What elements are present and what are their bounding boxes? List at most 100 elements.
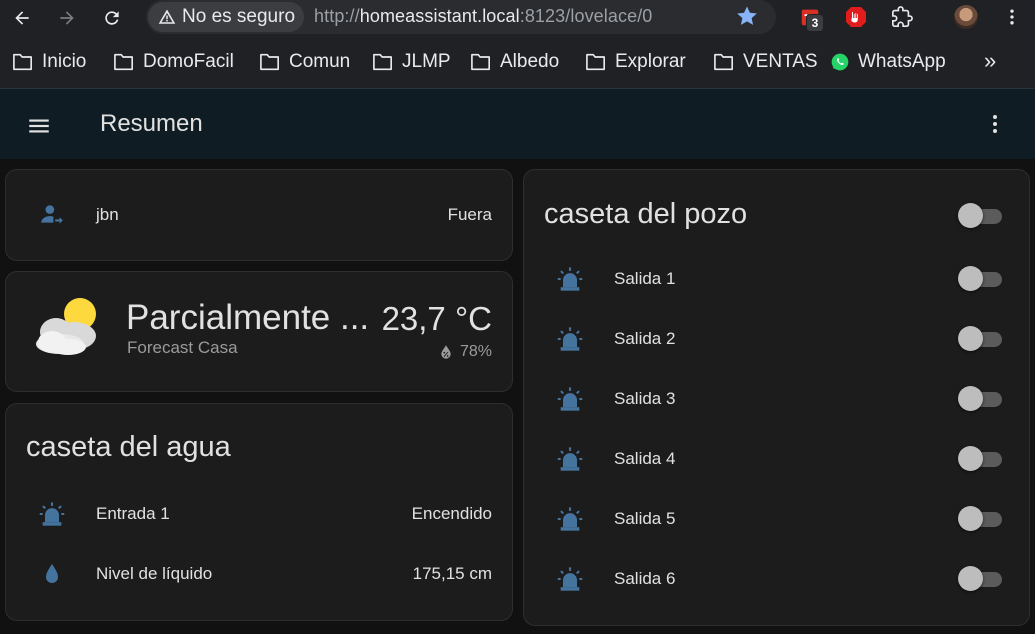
more-vertical-icon (993, 115, 997, 133)
switch-name: Salida 5 (614, 509, 676, 528)
person-card: jbn Fuera (5, 169, 513, 261)
bookmark-label: Inicio (42, 51, 87, 72)
alarm-light-icon (554, 563, 586, 595)
switch-name: Salida 2 (614, 329, 676, 348)
weather-source: Forecast Casa (127, 338, 238, 357)
switch-name: Salida 3 (614, 389, 676, 408)
profile-avatar[interactable] (954, 5, 978, 29)
bookmark-item[interactable]: WhatsApp (830, 50, 946, 74)
bookmark-label: Comun (289, 51, 351, 72)
bookmark-label: VENTAS (743, 51, 818, 72)
whatsapp-icon (831, 53, 849, 71)
bookmark-label: WhatsApp (858, 51, 946, 72)
extension-adblock-button[interactable] (842, 3, 870, 31)
switch-name: Salida 1 (614, 269, 676, 288)
dashboard-menu-button[interactable] (980, 109, 1010, 139)
alarm-light-icon (554, 323, 586, 355)
reload-icon (105, 11, 119, 25)
alarm-light-icon (36, 498, 68, 530)
star-icon (737, 6, 757, 25)
switch-row[interactable]: Salida 4 (524, 439, 1029, 479)
browser-menu-button[interactable] (998, 3, 1026, 31)
puzzle-icon (892, 6, 913, 27)
card-title: caseta del agua (26, 431, 231, 463)
bookmark-item[interactable]: Inicio (12, 50, 86, 74)
reload-button[interactable] (98, 4, 126, 32)
folder-icon (471, 53, 490, 71)
humidity-value: 78% (459, 343, 492, 360)
bookmark-item[interactable]: VENTAS (713, 50, 818, 74)
bookmark-label: Explorar (615, 51, 686, 72)
bookmark-item[interactable]: DomoFacil (113, 50, 234, 74)
person-row[interactable]: jbn Fuera (6, 195, 512, 235)
switch-row[interactable]: Salida 3 (524, 379, 1029, 419)
weather-condition: Parcialmente ... (126, 298, 370, 337)
arrow-right-icon (60, 11, 74, 25)
caseta-pozo-card: caseta del pozo Salida 1 Salida 2 Salida 3… (523, 169, 1030, 626)
water-drop-icon (36, 558, 68, 590)
switch-row[interactable]: Salida 2 (524, 319, 1029, 359)
person-state: Fuera (447, 205, 492, 224)
folder-icon (13, 53, 32, 71)
more-vertical-icon (1010, 9, 1014, 25)
security-chip[interactable]: No es seguro (148, 2, 304, 32)
switch-toggle[interactable] (958, 326, 1004, 352)
switch-name: Salida 4 (614, 449, 676, 468)
weather-temperature: 23,7 °C (381, 300, 492, 337)
switch-toggle[interactable] (958, 266, 1004, 292)
url-text[interactable]: http://homeassistant.local:8123/lovelace… (314, 6, 652, 27)
switch-toggle[interactable] (958, 506, 1004, 532)
weather-humidity: 78% (438, 343, 492, 361)
bookmark-star-button[interactable] (735, 4, 759, 33)
switch-toggle[interactable] (958, 566, 1004, 592)
weather-card[interactable]: Parcialmente ... Forecast Casa 23,7 °C 7… (5, 271, 513, 392)
master-toggle[interactable] (958, 203, 1004, 229)
switch-name: Salida 6 (614, 569, 676, 588)
folder-icon (373, 53, 392, 71)
sidebar-toggle-button[interactable] (24, 111, 54, 141)
bookmark-label: JLMP (402, 51, 451, 72)
alarm-light-icon (554, 443, 586, 475)
switch-row[interactable]: Salida 1 (524, 259, 1029, 299)
card-title: caseta del pozo (544, 198, 748, 230)
folder-icon (714, 53, 734, 71)
alarm-light-icon (554, 383, 586, 415)
entity-row[interactable]: Nivel de líquido 175,15 cm (6, 554, 512, 594)
bookmark-item[interactable]: Explorar (585, 50, 686, 74)
alarm-light-icon (554, 503, 586, 535)
entity-state: 175,15 cm (412, 564, 492, 583)
entity-state: Encendido (411, 504, 492, 523)
security-label: No es seguro (182, 6, 296, 27)
bookmarks-bar: Inicio DomoFacil Comun JLMP Albedo Explorar VE… (0, 36, 1035, 88)
forward-button[interactable] (53, 4, 81, 32)
bookmark-item[interactable]: Comun (259, 50, 350, 74)
address-bar[interactable]: No es seguro http://homeassistant.local:… (146, 0, 776, 34)
app-header: Resumen (0, 88, 1035, 159)
entity-row[interactable]: Entrada 1 Encendido (6, 494, 512, 534)
caseta-agua-card: caseta del agua Entrada 1 Encendido Nive… (5, 403, 513, 621)
extensions-button[interactable] (888, 3, 916, 31)
person-name: jbn (96, 205, 119, 224)
bookmark-item[interactable]: JLMP (372, 50, 451, 74)
switch-toggle[interactable] (958, 446, 1004, 472)
switch-row[interactable]: Salida 6 (524, 559, 1029, 599)
switch-row[interactable]: Salida 5 (524, 499, 1029, 539)
hamburger-menu-icon (29, 119, 49, 133)
entity-name: Nivel de líquido (96, 564, 213, 583)
arrow-left-icon (15, 11, 29, 25)
page-title: Resumen (100, 110, 203, 137)
account-arrow-right-icon (36, 199, 68, 231)
bookmarks-overflow-button[interactable]: » (984, 48, 996, 74)
folder-icon (586, 53, 606, 71)
bookmark-item[interactable]: Albedo (470, 50, 559, 74)
folder-icon (114, 53, 133, 71)
url-host: homeassistant.local (359, 6, 520, 26)
partly-cloudy-icon (30, 292, 106, 358)
url-scheme: http:// (314, 6, 360, 26)
switch-toggle[interactable] (958, 386, 1004, 412)
stop-hand-icon (846, 7, 866, 27)
back-button[interactable] (8, 4, 36, 32)
bookmark-label: Albedo (500, 51, 560, 72)
extension-badge: 3 (806, 14, 824, 32)
entity-name: Entrada 1 (96, 504, 170, 523)
